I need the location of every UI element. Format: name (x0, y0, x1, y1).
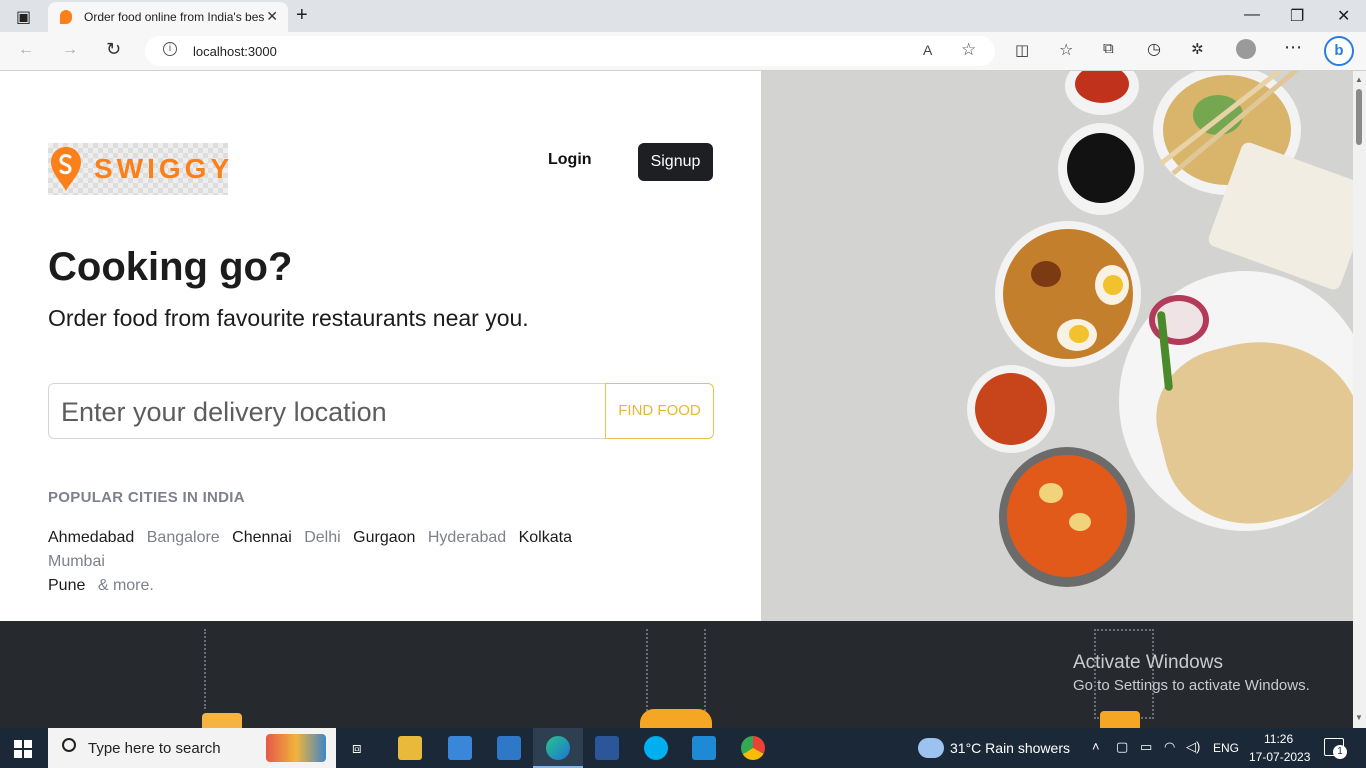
signup-button[interactable]: Signup (638, 143, 713, 181)
windows-taskbar: Type here to search ⧈ 31°C Rain showers … (0, 728, 1366, 768)
bing-copilot-icon[interactable]: b (1324, 36, 1354, 66)
popular-cities-heading: POPULAR CITIES IN INDIA (48, 489, 245, 506)
favorites-icon[interactable]: ☆ (1059, 40, 1073, 60)
vscode-icon[interactable] (692, 736, 716, 760)
decorative-person-icon (1100, 711, 1140, 728)
scroll-up-icon[interactable]: ▲ (1355, 75, 1363, 84)
chrome-icon[interactable] (741, 736, 765, 760)
split-screen-icon[interactable]: ◫ (1015, 41, 1029, 59)
address-url[interactable]: localhost:3000 (193, 44, 277, 59)
minimize-button[interactable]: — (1244, 6, 1260, 24)
login-button[interactable]: Login (548, 151, 592, 169)
wifi-icon[interactable]: ◠ (1164, 739, 1175, 755)
activate-windows-subtitle: Go to Settings to activate Windows. (1073, 677, 1310, 694)
swiggy-favicon-icon (60, 10, 72, 24)
back-icon[interactable]: ← (18, 41, 34, 59)
city-link[interactable]: Delhi (304, 529, 340, 546)
search-highlight-icon (266, 734, 326, 762)
tab-actions-icon[interactable]: ▣ (16, 7, 31, 27)
task-view-icon[interactable]: ⧈ (352, 740, 362, 757)
decorative-dots (204, 629, 240, 709)
sauce-bowl (1065, 71, 1139, 115)
city-link[interactable]: Gurgaon (353, 529, 415, 546)
profile-avatar[interactable] (1236, 39, 1256, 59)
decorative-box-icon (202, 713, 242, 728)
city-link[interactable]: Chennai (232, 529, 292, 546)
weather-status[interactable]: 31°C Rain showers (950, 740, 1070, 756)
browser-tab[interactable]: Order food online from India's best ✕ (48, 2, 288, 32)
address-bar[interactable]: i localhost:3000 A ☆ (145, 36, 995, 66)
decorative-path (646, 629, 706, 719)
delivery-location-input[interactable] (61, 394, 601, 430)
activate-windows-title: Activate Windows (1073, 652, 1223, 673)
decorative-bike-icon (640, 709, 712, 728)
refresh-icon[interactable]: ↻ (106, 39, 121, 60)
swiggy-logo[interactable]: SWIGGY (48, 143, 229, 195)
mail-icon[interactable] (497, 736, 521, 760)
site-info-icon[interactable]: i (163, 42, 177, 56)
edge-taskbar-button[interactable] (533, 728, 583, 768)
taskbar-search-placeholder[interactable]: Type here to search (88, 740, 221, 757)
more-cities-link[interactable]: & more. (98, 577, 154, 594)
battery-icon[interactable]: ▭ (1140, 739, 1152, 755)
maximize-button[interactable]: ❐ (1290, 6, 1304, 26)
favorite-star-icon[interactable]: ☆ (961, 40, 976, 60)
city-link[interactable]: Bangalore (147, 529, 220, 546)
close-window-button[interactable]: ✕ (1337, 6, 1350, 26)
collections-icon[interactable]: ⧉ (1103, 40, 1114, 57)
new-tab-button[interactable]: + (296, 4, 308, 27)
notification-count: 1 (1333, 745, 1347, 759)
curry-bowl (967, 365, 1055, 453)
logo-wordmark: SWIGGY (94, 153, 234, 184)
volume-icon[interactable]: ◁) (1186, 739, 1200, 755)
find-food-button[interactable]: FIND FOOD (605, 383, 714, 439)
scroll-down-icon[interactable]: ▼ (1355, 713, 1363, 722)
meet-now-icon[interactable]: ▢ (1116, 739, 1128, 755)
footer-band (0, 621, 1353, 728)
decorative-building (1094, 629, 1154, 719)
edge-icon (546, 736, 570, 760)
hero-headline: Cooking go? (48, 245, 293, 289)
taskbar-search-box[interactable]: Type here to search (48, 728, 336, 768)
forward-icon[interactable]: → (62, 41, 78, 59)
browser-toolbar: ← → ↻ i localhost:3000 A ☆ ◫ ☆ ⧉ ◷ ✲ ⋯ b (0, 32, 1366, 71)
tab-title: Order food online from India's best (84, 10, 264, 24)
settings-more-icon[interactable]: ⋯ (1284, 37, 1302, 58)
city-link[interactable]: Ahmedabad (48, 529, 134, 546)
hero-subline: Order food from favourite restaurants ne… (48, 305, 529, 331)
paneer-kadai (999, 447, 1135, 587)
weather-icon (918, 738, 944, 758)
skype-icon[interactable] (644, 736, 668, 760)
city-link[interactable]: Kolkata (519, 529, 572, 546)
popular-cities-list: Ahmedabad Bangalore Chennai Delhi Gurgao… (48, 526, 628, 598)
history-icon[interactable]: ◷ (1147, 39, 1161, 59)
read-aloud-icon[interactable]: A (923, 42, 932, 58)
browser-title-bar: ▣ Order food online from India's best ✕ … (0, 0, 1366, 32)
file-explorer-icon[interactable] (398, 736, 422, 760)
city-link[interactable]: Hyderabad (428, 529, 506, 546)
tray-chevron-icon[interactable]: ˄ (1092, 739, 1100, 754)
language-indicator[interactable]: ENG (1213, 741, 1239, 755)
naan-plate (1119, 271, 1353, 543)
location-search-box: FIND FOOD (48, 383, 714, 439)
microsoft-store-icon[interactable] (448, 736, 472, 760)
word-icon[interactable] (595, 736, 619, 760)
performance-icon[interactable]: ✲ (1191, 40, 1204, 58)
search-icon (62, 738, 76, 752)
city-link[interactable]: Pune (48, 577, 85, 594)
clock-time[interactable]: 11:26 (1264, 732, 1293, 746)
biryani-bowl (995, 221, 1141, 367)
page-scrollbar[interactable]: ▲ ▼ (1353, 71, 1366, 728)
swiggy-pin-icon (51, 147, 81, 191)
soy-sauce-bowl (1058, 123, 1144, 215)
notifications-icon[interactable]: 1 (1324, 738, 1347, 759)
scrollbar-thumb[interactable] (1356, 89, 1362, 145)
city-link[interactable]: Mumbai (48, 553, 105, 570)
tab-close-icon[interactable]: ✕ (266, 8, 278, 25)
food-hero-image (761, 71, 1353, 621)
windows-start-icon[interactable] (14, 740, 32, 758)
clock-date[interactable]: 17-07-2023 (1249, 750, 1310, 764)
